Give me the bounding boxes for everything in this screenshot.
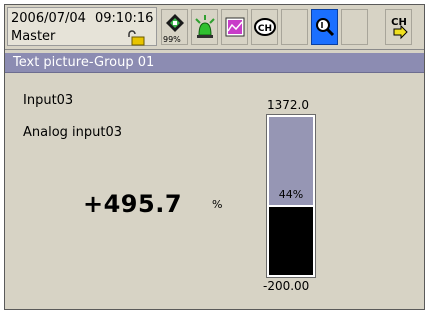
search-button[interactable] bbox=[311, 9, 338, 45]
user-name: Master bbox=[11, 29, 56, 44]
search-icon bbox=[316, 18, 335, 37]
time-display: 09:10:16 bbox=[95, 11, 154, 26]
alarm-button[interactable] bbox=[191, 9, 218, 45]
channel-icon-label: CH bbox=[258, 24, 272, 34]
bar-graph: 44% bbox=[266, 114, 316, 278]
blank-button-1[interactable] bbox=[281, 9, 308, 45]
date-display: 2006/07/04 bbox=[11, 11, 86, 26]
bar-scale-max: 1372.0 bbox=[267, 98, 309, 112]
screen-frame: 2006/07/04 09:10:16 Master 99% CH CH Tex… bbox=[4, 4, 425, 310]
bar-percent-label: 44% bbox=[278, 188, 304, 201]
measured-value: +495.7 bbox=[83, 190, 183, 218]
blank-button-2[interactable] bbox=[341, 9, 368, 45]
channel-button[interactable]: CH bbox=[251, 9, 278, 45]
status-bar: 2006/07/04 09:10:16 Master 99% CH CH bbox=[5, 5, 424, 50]
channel-icon: CH bbox=[254, 18, 276, 36]
memory-status-button[interactable]: 99% bbox=[161, 9, 188, 45]
lock-icon[interactable] bbox=[126, 30, 146, 46]
channel-switch-label: CH bbox=[391, 17, 407, 28]
group-title-bar: Text picture-Group 01 bbox=[5, 53, 424, 73]
channel-switch-icon: CH bbox=[391, 17, 408, 40]
alarm-icon bbox=[195, 15, 215, 38]
channel-comment: Analog input03 bbox=[23, 125, 123, 140]
channel-switch-button[interactable]: CH bbox=[385, 9, 412, 45]
display-icon bbox=[225, 17, 245, 37]
channel-tag: Input03 bbox=[23, 93, 74, 108]
display-button[interactable] bbox=[221, 9, 248, 45]
datetime-panel: 2006/07/04 09:10:16 Master bbox=[7, 7, 157, 46]
memory-percent: 99% bbox=[163, 35, 181, 44]
bar-scale-min: -200.00 bbox=[263, 279, 310, 293]
page-title: Text picture-Group 01 bbox=[13, 55, 155, 70]
bar-graph-fill bbox=[269, 205, 313, 275]
memory-icon bbox=[166, 14, 184, 32]
value-unit: % bbox=[212, 198, 223, 211]
